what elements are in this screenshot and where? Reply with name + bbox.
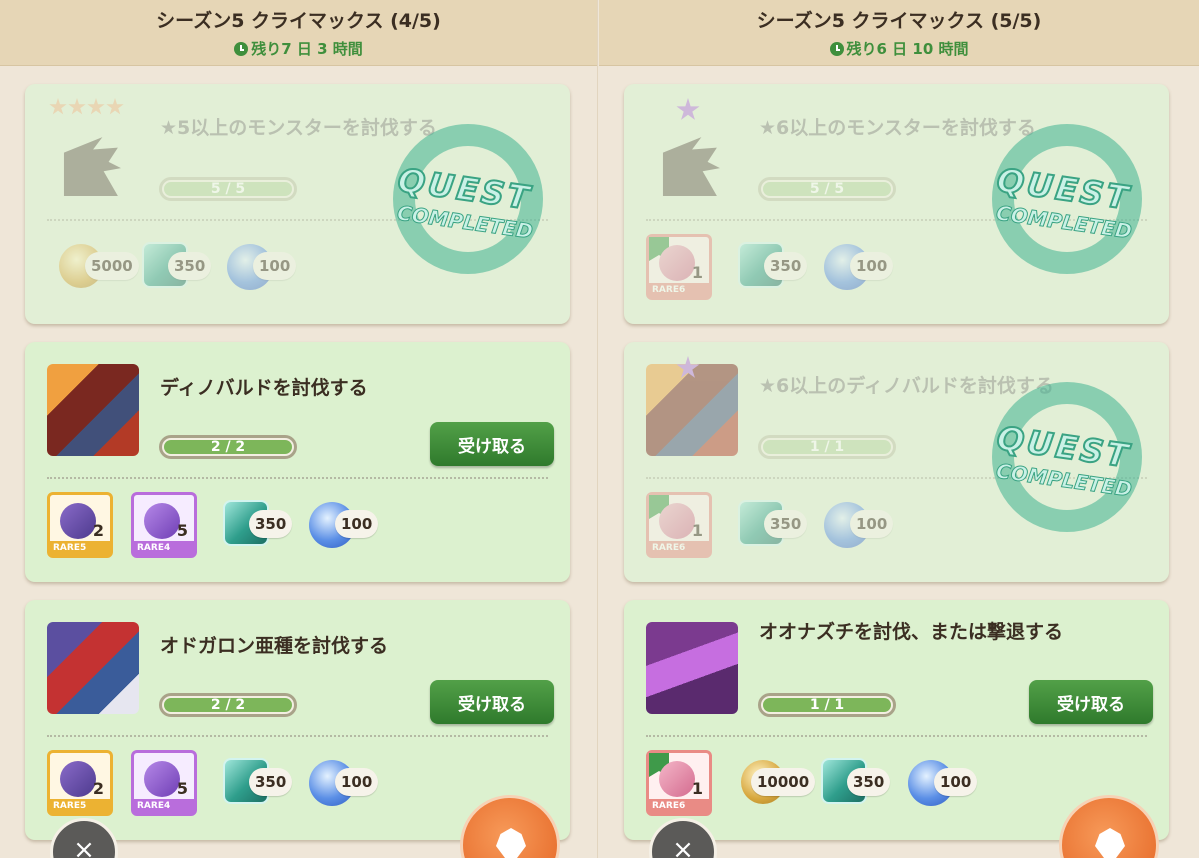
quest-card: ★6以上のモンスターを討伐する 5 / 5 1 RARE6 350 100 QU… xyxy=(624,84,1169,324)
progress-text: 5 / 5 xyxy=(210,181,246,197)
quest-card: ★6以上のディノバルドを討伐する 1 / 1 1 RARE6 350 100 Q… xyxy=(624,342,1169,582)
item-count: 5 xyxy=(176,779,188,798)
progress-text: 1 / 1 xyxy=(809,697,845,713)
stone-icon xyxy=(144,761,180,797)
claim-reward-button[interactable]: 受け取る xyxy=(1029,680,1153,724)
progress-bar: 2 / 2 xyxy=(159,435,297,459)
star-icon xyxy=(87,98,105,115)
season-title: シーズン5 クライマックス (5/5) xyxy=(756,10,1042,32)
progress-text: 2 / 2 xyxy=(210,439,246,455)
item-count: 1 xyxy=(691,779,703,798)
rarity-label: RARE6 xyxy=(649,541,709,555)
item-count: 2 xyxy=(92,779,104,798)
progress-bar: 2 / 2 xyxy=(159,693,297,717)
material-icon xyxy=(659,503,695,539)
season-column-left: シーズン5 クライマックス (4/5) 残り7 日 3 時間 ★5以上のモンスタ… xyxy=(0,0,598,858)
reward-count: 100 xyxy=(253,252,297,280)
claw-icon xyxy=(144,503,180,539)
divider xyxy=(646,735,1147,737)
progress-bar: 5 / 5 xyxy=(159,177,297,201)
reward-count: 350 xyxy=(249,768,293,796)
monster-silhouette-icon xyxy=(662,137,720,196)
star-icon xyxy=(106,98,124,115)
claim-reward-button[interactable]: 受け取る xyxy=(430,422,554,466)
star-icon xyxy=(49,98,67,115)
reward-count: 100 xyxy=(850,252,894,280)
item-count: 2 xyxy=(92,521,104,540)
star-rating xyxy=(49,98,124,116)
progress-text: 2 / 2 xyxy=(210,697,246,713)
divider xyxy=(47,735,548,737)
quest-title: ディノバルドを討伐する xyxy=(160,377,368,399)
quest-title: オドガロン亜種を討伐する xyxy=(160,635,389,657)
star-icon xyxy=(676,356,700,378)
season-title: シーズン5 クライマックス (4/5) xyxy=(156,10,441,32)
item-count: 1 xyxy=(691,521,703,540)
shell-icon xyxy=(60,761,96,797)
quest-completed-stamp: QUEST COMPLETED xyxy=(365,124,565,284)
material-item: 1 RARE6 xyxy=(646,234,712,300)
reward-count: 350 xyxy=(764,510,808,538)
progress-bar: 5 / 5 xyxy=(758,177,896,201)
rarity-label: RARE4 xyxy=(134,541,194,555)
season-header: シーズン5 クライマックス (5/5) 残り6 日 10 時間 xyxy=(599,0,1199,66)
star-icon xyxy=(676,98,700,120)
season-timer: 残り6 日 10 時間 xyxy=(829,38,969,59)
quest-card: ディノバルドを討伐する 2 / 2 受け取る 2 RARE5 5 RARE4 3… xyxy=(25,342,570,582)
material-icon xyxy=(659,245,695,281)
kushala-monster-icon xyxy=(646,622,738,714)
season-header: シーズン5 クライマックス (4/5) 残り7 日 3 時間 xyxy=(0,0,597,66)
ore-icon xyxy=(60,503,96,539)
divider xyxy=(47,477,548,479)
material-item: 1 RARE6 xyxy=(646,750,712,816)
rarity-label: RARE5 xyxy=(50,799,110,813)
reward-count: 350 xyxy=(847,768,891,796)
progress-bar: 1 / 1 xyxy=(758,693,896,717)
quest-completed-stamp: QUEST COMPLETED xyxy=(964,124,1164,284)
reward-count: 100 xyxy=(934,768,978,796)
timer-text: 残り6 日 10 時間 xyxy=(846,40,969,58)
dinovaldo-monster-icon xyxy=(47,364,139,456)
monster-crest-icon xyxy=(1095,828,1125,858)
quest-completed-stamp: QUEST COMPLETED xyxy=(964,382,1164,542)
material-item: 5 RARE4 xyxy=(131,750,197,816)
reward-count: 10000 xyxy=(751,768,816,796)
reward-count: 100 xyxy=(335,768,379,796)
odogaron-subspecies-monster-icon xyxy=(47,622,139,714)
clock-icon xyxy=(234,41,249,56)
quest-card: ★5以上のモンスターを討伐する 5 / 5 5000 350 100 QUEST… xyxy=(25,84,570,324)
quest-title: オオナズチを討伐、または撃退する xyxy=(759,621,1064,643)
material-item: 2 RARE5 xyxy=(47,750,113,816)
material-icon xyxy=(659,761,695,797)
material-item: 5 RARE4 xyxy=(131,492,197,558)
monster-silhouette-icon xyxy=(63,137,121,196)
reward-count: 350 xyxy=(764,252,808,280)
rarity-label: RARE6 xyxy=(649,283,709,297)
material-item: 2 RARE5 xyxy=(47,492,113,558)
reward-count: 350 xyxy=(168,252,212,280)
season-timer: 残り7 日 3 時間 xyxy=(234,38,363,59)
claim-reward-button[interactable]: 受け取る xyxy=(430,680,554,724)
reward-count: 5000 xyxy=(85,252,139,280)
reward-count: 100 xyxy=(850,510,894,538)
rarity-label: RARE4 xyxy=(134,799,194,813)
clock-icon xyxy=(829,41,844,56)
item-count: 1 xyxy=(691,263,703,282)
progress-text: 1 / 1 xyxy=(809,439,845,455)
progress-bar: 1 / 1 xyxy=(758,435,896,459)
progress-text: 5 / 5 xyxy=(809,181,845,197)
material-item: 1 RARE6 xyxy=(646,492,712,558)
season-column-right: シーズン5 クライマックス (5/5) 残り6 日 10 時間 ★6以上のモンス… xyxy=(599,0,1199,858)
monster-crest-icon xyxy=(496,828,526,858)
star-rating xyxy=(648,356,700,380)
star-rating xyxy=(648,98,700,122)
star-icon xyxy=(68,98,86,115)
timer-text: 残り7 日 3 時間 xyxy=(251,40,363,58)
reward-count: 100 xyxy=(335,510,379,538)
rarity-label: RARE5 xyxy=(50,541,110,555)
rarity-label: RARE6 xyxy=(649,799,709,813)
reward-count: 350 xyxy=(249,510,293,538)
item-count: 5 xyxy=(176,521,188,540)
